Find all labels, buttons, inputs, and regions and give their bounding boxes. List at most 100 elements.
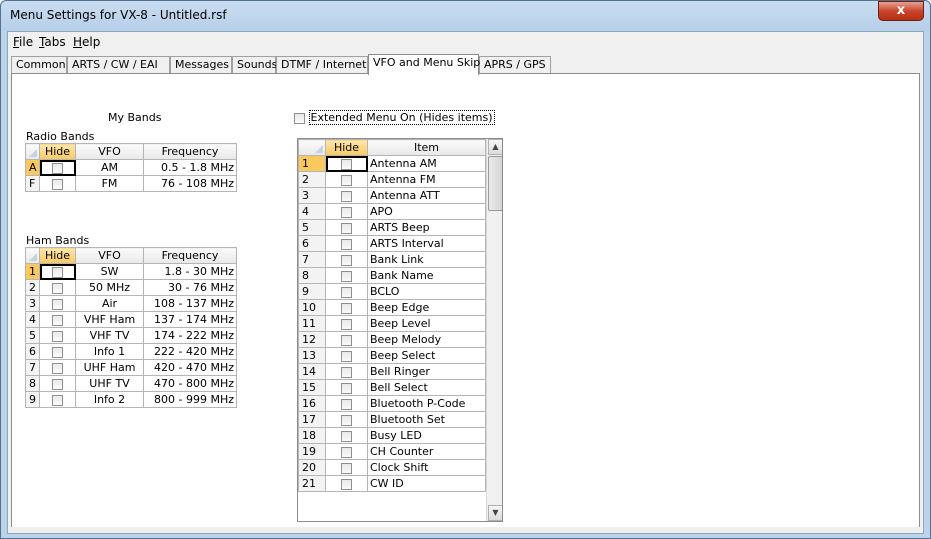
row-header[interactable]: 21 [298,475,326,492]
hide-cell[interactable] [325,267,368,284]
hide-cell[interactable] [39,391,76,408]
hide-cell[interactable] [325,379,368,396]
hide-checkbox[interactable] [341,158,352,170]
row-header[interactable]: 8 [25,375,40,392]
hide-checkbox[interactable] [341,350,352,362]
vfo-column-header[interactable]: VFO [75,143,144,160]
hide-checkbox[interactable] [341,222,352,234]
menu-help[interactable]: Help [73,35,100,49]
hide-checkbox[interactable] [341,478,352,490]
hide-cell[interactable] [39,159,76,176]
hide-cell[interactable] [39,263,76,280]
hide-cell[interactable] [325,219,368,236]
menu-file[interactable]: File [13,35,33,49]
hide-checkbox[interactable] [52,298,63,310]
hide-cell[interactable] [39,343,76,360]
row-header[interactable]: 15 [298,379,326,396]
hide-checkbox[interactable] [341,382,352,394]
menu-tabs[interactable]: Tabs [39,35,66,49]
hide-checkbox[interactable] [341,286,352,298]
row-header[interactable]: 2 [25,279,40,296]
hide-column-header[interactable]: Hide [39,247,76,264]
hide-checkbox[interactable] [341,414,352,426]
row-header[interactable]: 14 [298,363,326,380]
hide-checkbox[interactable] [52,330,63,342]
tab-aprs-gps[interactable]: APRS / GPS [479,56,551,74]
hide-checkbox[interactable] [341,430,352,442]
row-header[interactable]: 17 [298,411,326,428]
hide-cell[interactable] [325,155,368,172]
row-header[interactable]: 9 [25,391,40,408]
hide-checkbox[interactable] [52,266,63,278]
hide-cell[interactable] [325,459,368,476]
vertical-scrollbar[interactable]: ▲ ▼ [486,139,502,521]
tab-vfo-menu-skip[interactable]: VFO and Menu Skip [368,54,480,75]
row-header[interactable]: 13 [298,347,326,364]
hide-checkbox[interactable] [52,394,63,406]
hide-checkbox[interactable] [341,334,352,346]
hide-cell[interactable] [325,411,368,428]
hide-cell[interactable] [325,347,368,364]
item-column-header[interactable]: Item [367,139,486,156]
hide-checkbox[interactable] [52,162,63,174]
hide-cell[interactable] [39,311,76,328]
hide-cell[interactable] [325,363,368,380]
hide-cell[interactable] [325,171,368,188]
hide-cell[interactable] [325,395,368,412]
row-header[interactable]: 2 [298,171,326,188]
extended-menu-label[interactable]: Extended Menu On (Hides items) [308,110,495,125]
row-header[interactable]: 3 [25,295,40,312]
row-header[interactable]: 4 [298,203,326,220]
row-header[interactable]: F [25,175,40,192]
hide-cell[interactable] [325,475,368,492]
row-header[interactable]: 5 [298,219,326,236]
row-header[interactable]: 5 [25,327,40,344]
hide-column-header[interactable]: Hide [325,139,368,156]
hide-cell[interactable] [325,315,368,332]
tab-messages[interactable]: Messages [170,56,232,74]
row-header[interactable]: 20 [298,459,326,476]
tab-common[interactable]: Common [11,56,67,74]
frequency-column-header[interactable]: Frequency [143,143,237,160]
row-header[interactable]: 12 [298,331,326,348]
hide-checkbox[interactable] [341,366,352,378]
hide-cell[interactable] [325,235,368,252]
hide-checkbox[interactable] [52,362,63,374]
close-button[interactable]: x [878,1,924,21]
hide-checkbox[interactable] [341,446,352,458]
row-header[interactable]: 3 [298,187,326,204]
hide-cell[interactable] [325,443,368,460]
hide-checkbox[interactable] [52,378,63,390]
row-header[interactable]: 19 [298,443,326,460]
row-header[interactable]: 1 [25,263,40,280]
row-header[interactable]: 7 [298,251,326,268]
hide-checkbox[interactable] [341,206,352,218]
row-header[interactable]: 11 [298,315,326,332]
tab-sounds[interactable]: Sounds [232,56,277,74]
hide-cell[interactable] [39,327,76,344]
hide-checkbox[interactable] [341,174,352,186]
tab-arts-cw-eai[interactable]: ARTS / CW / EAI [67,56,170,74]
scroll-thumb[interactable] [488,156,502,211]
hide-checkbox[interactable] [341,318,352,330]
hide-cell[interactable] [325,331,368,348]
hide-cell[interactable] [39,295,76,312]
row-header[interactable]: 6 [25,343,40,360]
row-header[interactable]: 10 [298,299,326,316]
hide-cell[interactable] [39,175,76,192]
tab-dtmf-internet[interactable]: DTMF / Internet [276,56,368,74]
row-header[interactable]: 9 [298,283,326,300]
scroll-down-arrow-icon[interactable]: ▼ [488,505,502,521]
row-header[interactable]: 1 [298,155,326,172]
hide-checkbox[interactable] [341,254,352,266]
hide-cell[interactable] [325,251,368,268]
hide-cell[interactable] [325,203,368,220]
row-header[interactable]: 16 [298,395,326,412]
hide-cell[interactable] [325,427,368,444]
vfo-column-header[interactable]: VFO [75,247,144,264]
frequency-column-header[interactable]: Frequency [143,247,237,264]
row-header[interactable]: 6 [298,235,326,252]
row-header[interactable]: 18 [298,427,326,444]
row-header[interactable]: 8 [298,267,326,284]
title-bar[interactable]: Menu Settings for VX-8 - Untitled.rsf x [1,1,930,31]
